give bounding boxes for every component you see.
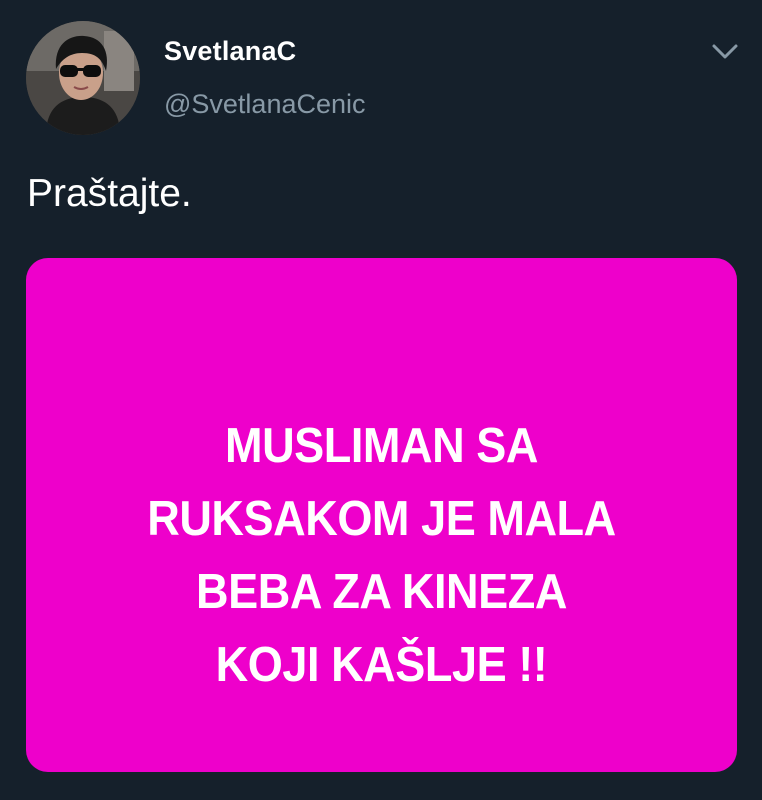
profile-photo-icon — [26, 21, 140, 135]
tweet-media-image[interactable]: MUSLIMAN SA RUKSAKOM JE MALA BEBA ZA KIN… — [26, 258, 737, 772]
media-line: KOJI KAŠLJE !! — [215, 638, 548, 692]
tweet: SvetlanaC @SvetlanaCenic Praštajte. MUSL… — [0, 0, 762, 800]
chevron-down-icon[interactable] — [708, 40, 742, 64]
avatar[interactable] — [26, 21, 140, 135]
author-handle[interactable]: @SvetlanaCenic — [164, 89, 366, 120]
media-line: BEBA ZA KINEZA — [196, 565, 567, 619]
media-line: MUSLIMAN SA — [224, 419, 539, 473]
media-line: RUKSAKOM JE MALA — [147, 492, 616, 546]
author-display-name[interactable]: SvetlanaC — [164, 36, 296, 67]
tweet-text: Praštajte. — [27, 172, 192, 215]
media-caption: MUSLIMAN SA RUKSAKOM JE MALA BEBA ZA KIN… — [54, 410, 708, 702]
